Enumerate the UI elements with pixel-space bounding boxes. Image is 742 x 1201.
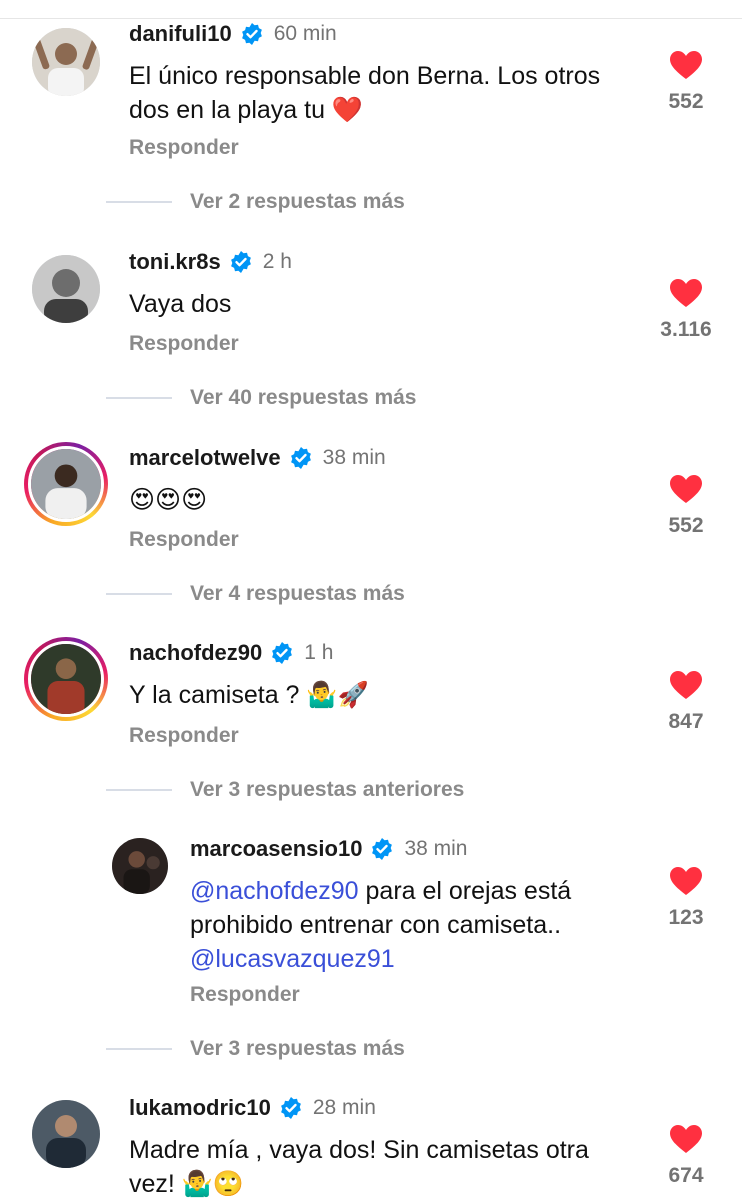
comment-time: 28 min bbox=[312, 1096, 376, 1119]
mention-link[interactable]: @nachofdez90 bbox=[190, 877, 359, 905]
username[interactable]: marcelotwelve bbox=[129, 445, 281, 471]
heart-icon bbox=[670, 1125, 702, 1153]
comment-text: Y la camiseta ? 🤷‍♂️🚀 bbox=[129, 681, 369, 709]
view-more-replies[interactable]: Ver 4 respuestas más bbox=[106, 579, 405, 609]
divider-line bbox=[106, 397, 172, 399]
view-more-label[interactable]: Ver 4 respuestas más bbox=[190, 582, 405, 606]
view-more-replies[interactable]: Ver 3 respuestas más bbox=[106, 1034, 405, 1064]
comment-text: Madre mía , vaya dos! Sin camisetas otra… bbox=[129, 1136, 589, 1198]
view-more-replies[interactable]: Ver 2 respuestas más bbox=[106, 187, 405, 217]
heart-icon bbox=[670, 279, 702, 307]
comment-text: El único responsable don Berna. Los otro… bbox=[129, 62, 601, 124]
like-button[interactable]: 3.116 bbox=[646, 278, 726, 342]
reply-button[interactable]: Responder bbox=[129, 528, 239, 552]
view-more-label[interactable]: Ver 40 respuestas más bbox=[190, 386, 417, 410]
view-more-label[interactable]: Ver 3 respuestas más bbox=[190, 1037, 405, 1061]
username[interactable]: nachofdez90 bbox=[129, 640, 262, 666]
heart-icon bbox=[670, 867, 702, 895]
like-button[interactable]: 674 bbox=[646, 1124, 726, 1188]
comment-text: @nachofdez90 para el orejas está prohibi… bbox=[190, 874, 640, 976]
like-button[interactable]: 847 bbox=[646, 670, 726, 734]
reply-button[interactable]: Responder bbox=[129, 332, 239, 356]
avatar[interactable] bbox=[32, 255, 100, 323]
reply-button[interactable]: Responder bbox=[129, 136, 239, 160]
verified-badge-icon bbox=[280, 1097, 301, 1119]
comment-time: 2 h bbox=[262, 250, 292, 273]
verified-badge-icon bbox=[241, 23, 262, 45]
comment-time: 1 h bbox=[304, 641, 334, 664]
username[interactable]: toni.kr8s bbox=[129, 249, 221, 275]
view-more-label[interactable]: Ver 2 respuestas más bbox=[190, 190, 405, 214]
reply-button[interactable]: Responder bbox=[129, 724, 239, 748]
like-count: 3.116 bbox=[660, 318, 712, 341]
top-divider bbox=[0, 18, 742, 19]
avatar[interactable] bbox=[112, 838, 168, 894]
verified-badge-icon bbox=[290, 447, 311, 469]
like-button[interactable]: 123 bbox=[646, 866, 726, 930]
like-count: 552 bbox=[668, 514, 704, 537]
view-more-replies[interactable]: Ver 40 respuestas más bbox=[106, 383, 417, 413]
reply-button[interactable]: Responder bbox=[190, 983, 300, 1007]
verified-badge-icon bbox=[272, 642, 293, 664]
divider-line bbox=[106, 593, 172, 595]
username[interactable]: marcoasensio10 bbox=[190, 836, 362, 862]
comment-text: Vaya dos bbox=[129, 290, 232, 318]
mention-link[interactable]: @lucasvazquez91 bbox=[190, 945, 395, 973]
verified-badge-icon bbox=[372, 838, 393, 860]
view-more-label[interactable]: Ver 3 respuestas anteriores bbox=[190, 778, 464, 802]
comment-text: 😍😍😍 bbox=[129, 485, 208, 514]
avatar[interactable] bbox=[32, 28, 100, 96]
like-button[interactable]: 552 bbox=[646, 50, 726, 114]
like-count: 123 bbox=[668, 906, 704, 929]
comment-time: 60 min bbox=[273, 22, 337, 45]
heart-icon bbox=[670, 671, 702, 699]
like-button[interactable]: 552 bbox=[646, 474, 726, 538]
avatar-story-ring[interactable] bbox=[24, 637, 108, 721]
heart-icon bbox=[670, 475, 702, 503]
avatar-story-ring[interactable] bbox=[24, 442, 108, 526]
divider-line bbox=[106, 201, 172, 203]
username[interactable]: lukamodric10 bbox=[129, 1095, 271, 1121]
divider-line bbox=[106, 1048, 172, 1050]
avatar[interactable] bbox=[32, 1100, 100, 1168]
divider-line bbox=[106, 789, 172, 791]
username[interactable]: danifuli10 bbox=[129, 21, 232, 47]
comment-time: 38 min bbox=[322, 446, 386, 469]
like-count: 847 bbox=[668, 710, 704, 733]
view-previous-replies[interactable]: Ver 3 respuestas anteriores bbox=[106, 775, 464, 805]
comment-time: 38 min bbox=[404, 837, 468, 860]
like-count: 552 bbox=[668, 90, 704, 113]
like-count: 674 bbox=[668, 1164, 704, 1187]
heart-icon bbox=[670, 51, 702, 79]
verified-badge-icon bbox=[230, 251, 251, 273]
